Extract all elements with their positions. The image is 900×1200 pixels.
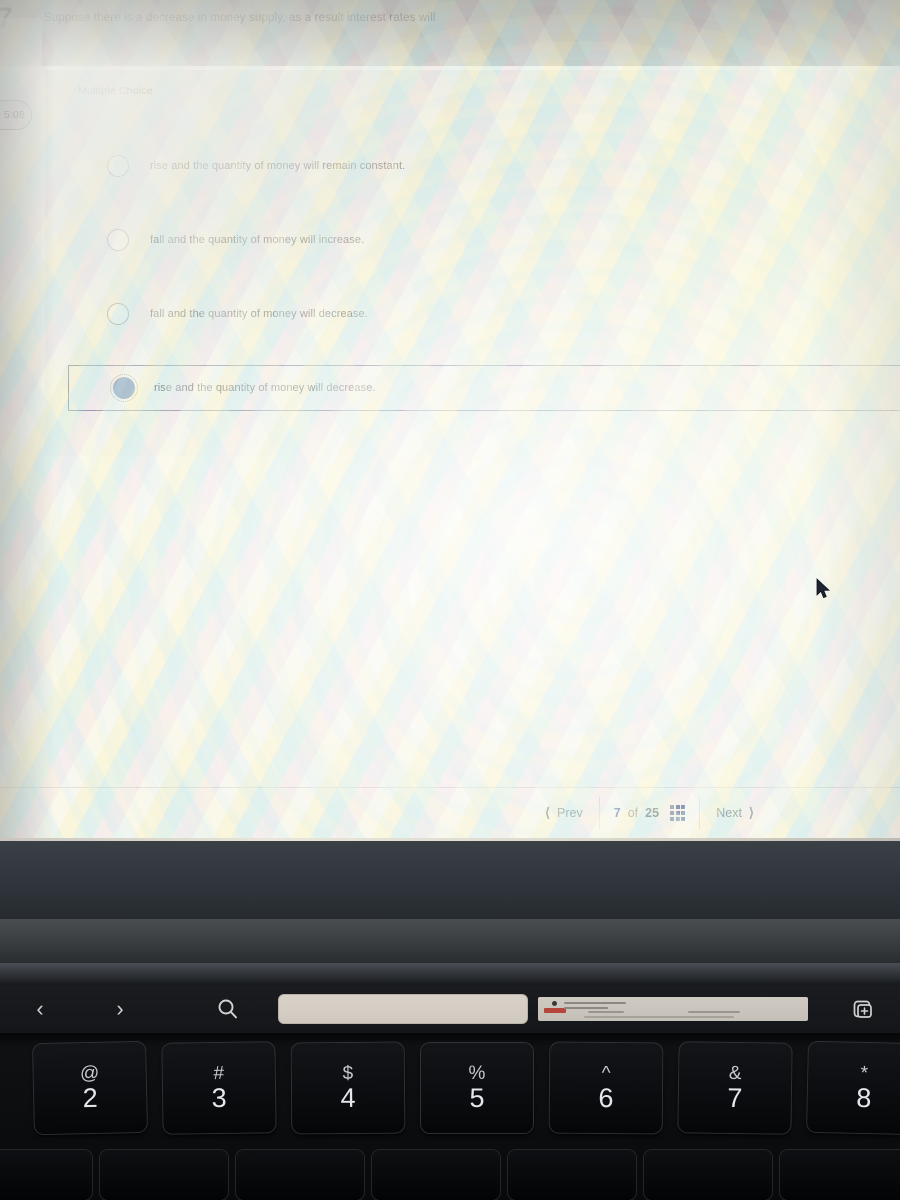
key-6[interactable]: ^ 6	[549, 1042, 663, 1134]
mouse-arrow-pointer	[816, 578, 830, 599]
answer-option-4[interactable]: rise and the quantity of money will decr…	[68, 365, 900, 411]
next-button[interactable]: Next ⟩	[700, 797, 770, 829]
laptop-hinge	[0, 919, 900, 963]
key-7-number: 7	[727, 1082, 743, 1114]
screenshot-stage: 7 Suppose there is a decrease in money s…	[0, 0, 900, 1200]
key-3-number: 3	[211, 1082, 227, 1114]
prev-button[interactable]: ⟨ Prev	[529, 797, 599, 829]
keyboard-number-row: @ 2 # 3 $ 4 % 5 ^ 6 & 7 * 8	[0, 1041, 900, 1135]
magnifier-icon[interactable]	[182, 985, 274, 1033]
touch-bar: ‹ ›	[0, 985, 900, 1033]
key-partial-4[interactable]	[372, 1150, 500, 1200]
key-partial-1[interactable]	[0, 1150, 92, 1200]
key-2[interactable]: @ 2	[33, 1041, 147, 1135]
touchbar-back-button[interactable]: ‹	[0, 985, 80, 1033]
key-6-number: 6	[598, 1082, 614, 1114]
key-partial-2[interactable]	[100, 1150, 228, 1200]
new-tab-icon[interactable]	[826, 985, 900, 1033]
key-8-symbol: *	[860, 1062, 869, 1085]
key-partial-5[interactable]	[508, 1150, 636, 1200]
grid-nine-squares-icon[interactable]	[670, 805, 686, 821]
touchbar-tab-thumbnail[interactable]	[538, 997, 808, 1021]
touchbar-spacer	[160, 985, 182, 1033]
next-button-label: Next	[716, 806, 742, 820]
key-4-number: 4	[340, 1082, 356, 1114]
monitor-screen: 7 Suppose there is a decrease in money s…	[0, 0, 900, 840]
key-2-symbol: @	[79, 1062, 100, 1085]
key-partial-7[interactable]	[780, 1150, 900, 1200]
timer-badge: 5:08	[0, 100, 32, 130]
radio-option-1[interactable]	[107, 155, 129, 177]
current-question-number: 7	[613, 806, 621, 820]
key-partial-6[interactable]	[644, 1150, 772, 1200]
chevron-left-icon: ⟨	[544, 805, 551, 820]
key-2-number: 2	[82, 1082, 99, 1114]
radio-option-4-selected[interactable]	[110, 374, 138, 402]
key-7[interactable]: & 7	[678, 1042, 792, 1134]
answer-option-1-label: rise and the quantity of money will rema…	[150, 160, 406, 172]
touchbar-forward-button[interactable]: ›	[80, 985, 160, 1033]
radio-option-2[interactable]	[107, 229, 129, 251]
answer-option-1[interactable]: rise and the quantity of money will rema…	[67, 144, 900, 188]
key-7-symbol: &	[728, 1062, 742, 1085]
key-5-number: 5	[469, 1083, 485, 1113]
question-navigation-bar: ⟨ Prev 7 of 25 Next ⟩	[0, 788, 900, 838]
left-rail-panel-secondary	[0, 148, 30, 200]
prev-button-label: Prev	[557, 806, 583, 820]
key-5-symbol: %	[468, 1063, 486, 1084]
answer-option-3[interactable]: fall and the quantity of money will decr…	[67, 292, 900, 336]
keyboard-letter-row-partial	[0, 1150, 900, 1200]
question-text: Suppose there is a decrease in money sup…	[44, 12, 436, 24]
laptop-bezel	[0, 841, 900, 919]
left-rail-panel	[0, 18, 42, 88]
key-6-symbol: ^	[601, 1062, 611, 1085]
key-4-symbol: $	[342, 1062, 354, 1085]
answer-card: Multiple Choice rise and the quantity of…	[45, 70, 900, 456]
key-partial-3[interactable]	[236, 1150, 364, 1200]
key-5[interactable]: % 5	[421, 1043, 533, 1133]
question-type-label: Multiple Choice	[78, 85, 153, 97]
counter-of-label: of	[627, 806, 639, 820]
key-8[interactable]: * 8	[807, 1041, 900, 1135]
total-question-count: 25	[645, 806, 660, 820]
chevron-right-icon: ⟩	[748, 805, 754, 820]
key-3[interactable]: # 3	[162, 1042, 276, 1134]
answer-option-4-label: rise and the quantity of money will decr…	[154, 382, 376, 394]
key-3-symbol: #	[213, 1062, 225, 1085]
touchbar-address-bar[interactable]	[278, 994, 528, 1024]
key-4[interactable]: $ 4	[291, 1042, 405, 1134]
radio-option-3[interactable]	[107, 303, 129, 325]
answer-option-3-label: fall and the quantity of money will decr…	[150, 308, 368, 320]
question-counter[interactable]: 7 of 25	[598, 797, 701, 829]
key-8-number: 8	[855, 1082, 872, 1114]
page-top-band	[0, 0, 900, 66]
answer-option-2-label: fall and the quantity of money will incr…	[150, 234, 365, 246]
answer-option-2[interactable]: fall and the quantity of money will incr…	[67, 218, 900, 262]
